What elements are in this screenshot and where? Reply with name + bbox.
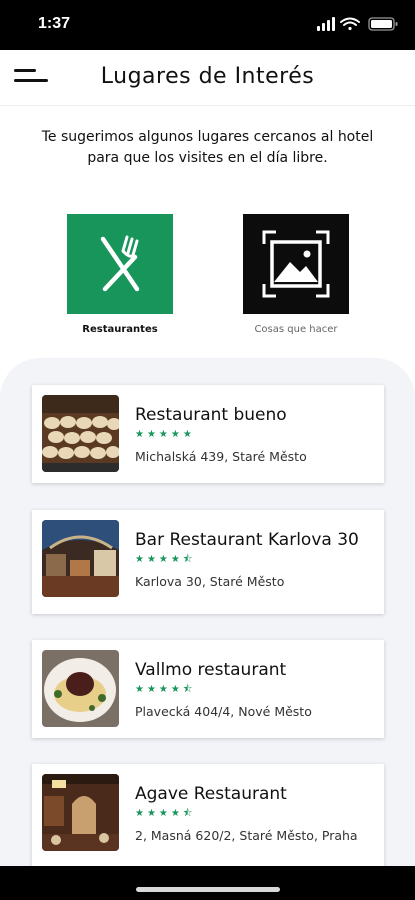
status-time: 1:37	[38, 15, 71, 32]
place-name: Agave Restaurant	[135, 784, 287, 804]
category-restaurants-tile[interactable]	[67, 214, 173, 314]
battery-icon	[368, 17, 398, 31]
place-photo	[42, 520, 119, 597]
category-things-to-do-tile[interactable]	[243, 214, 349, 314]
page-title: Lugares de Interés	[100, 64, 315, 89]
home-indicator[interactable]	[136, 887, 280, 892]
status-icons	[317, 17, 398, 31]
place-photo	[42, 395, 119, 472]
place-name: Vallmo restaurant	[135, 660, 287, 680]
wifi-icon	[340, 17, 360, 31]
category-things-to-do-label: Cosas que hacer	[254, 324, 338, 335]
place-name: Restaurant bueno	[135, 405, 287, 425]
place-address: Michalská 439, Staré Město	[135, 449, 307, 464]
status-bar: 1:37	[0, 0, 415, 50]
category-restaurants-label: Restaurantes	[82, 324, 158, 335]
category-restaurants[interactable]: Restaurantes	[67, 214, 173, 335]
place-address: 2, Masná 620/2, Staré Město, Praha	[135, 828, 358, 843]
place-card[interactable]: Vallmo restaurant ★★★★⯪ Plavecká 404/4, …	[32, 640, 384, 738]
signal-icon	[317, 17, 335, 31]
place-photo	[42, 774, 119, 851]
star-rating: ★★★★⯪	[135, 554, 196, 565]
place-photo	[42, 650, 119, 727]
star-rating: ★★★★★	[135, 429, 195, 440]
place-address: Karlova 30, Staré Město	[135, 574, 285, 589]
place-card[interactable]: Restaurant bueno ★★★★★ Michalská 439, St…	[32, 385, 384, 483]
image-frame-icon	[262, 230, 330, 298]
intro-text: Te sugerimos algunos lugares cercanos al…	[41, 129, 374, 166]
place-card[interactable]: Bar Restaurant Karlova 30 ★★★★⯪ Karlova …	[32, 510, 384, 614]
fork-knife-icon	[100, 235, 140, 292]
home-indicator-area	[0, 866, 415, 900]
place-card[interactable]: Agave Restaurant ★★★★⯪ 2, Masná 620/2, S…	[32, 764, 384, 878]
star-rating: ★★★★⯪	[135, 684, 196, 695]
star-rating: ★★★★⯪	[135, 808, 196, 819]
places-list: Restaurant bueno ★★★★★ Michalská 439, St…	[0, 358, 415, 878]
app-header: Lugares de Interés	[0, 50, 415, 106]
category-things-to-do[interactable]: Cosas que hacer	[243, 214, 349, 335]
place-name: Bar Restaurant Karlova 30	[135, 530, 359, 550]
place-address: Plavecká 404/4, Nové Město	[135, 704, 312, 719]
